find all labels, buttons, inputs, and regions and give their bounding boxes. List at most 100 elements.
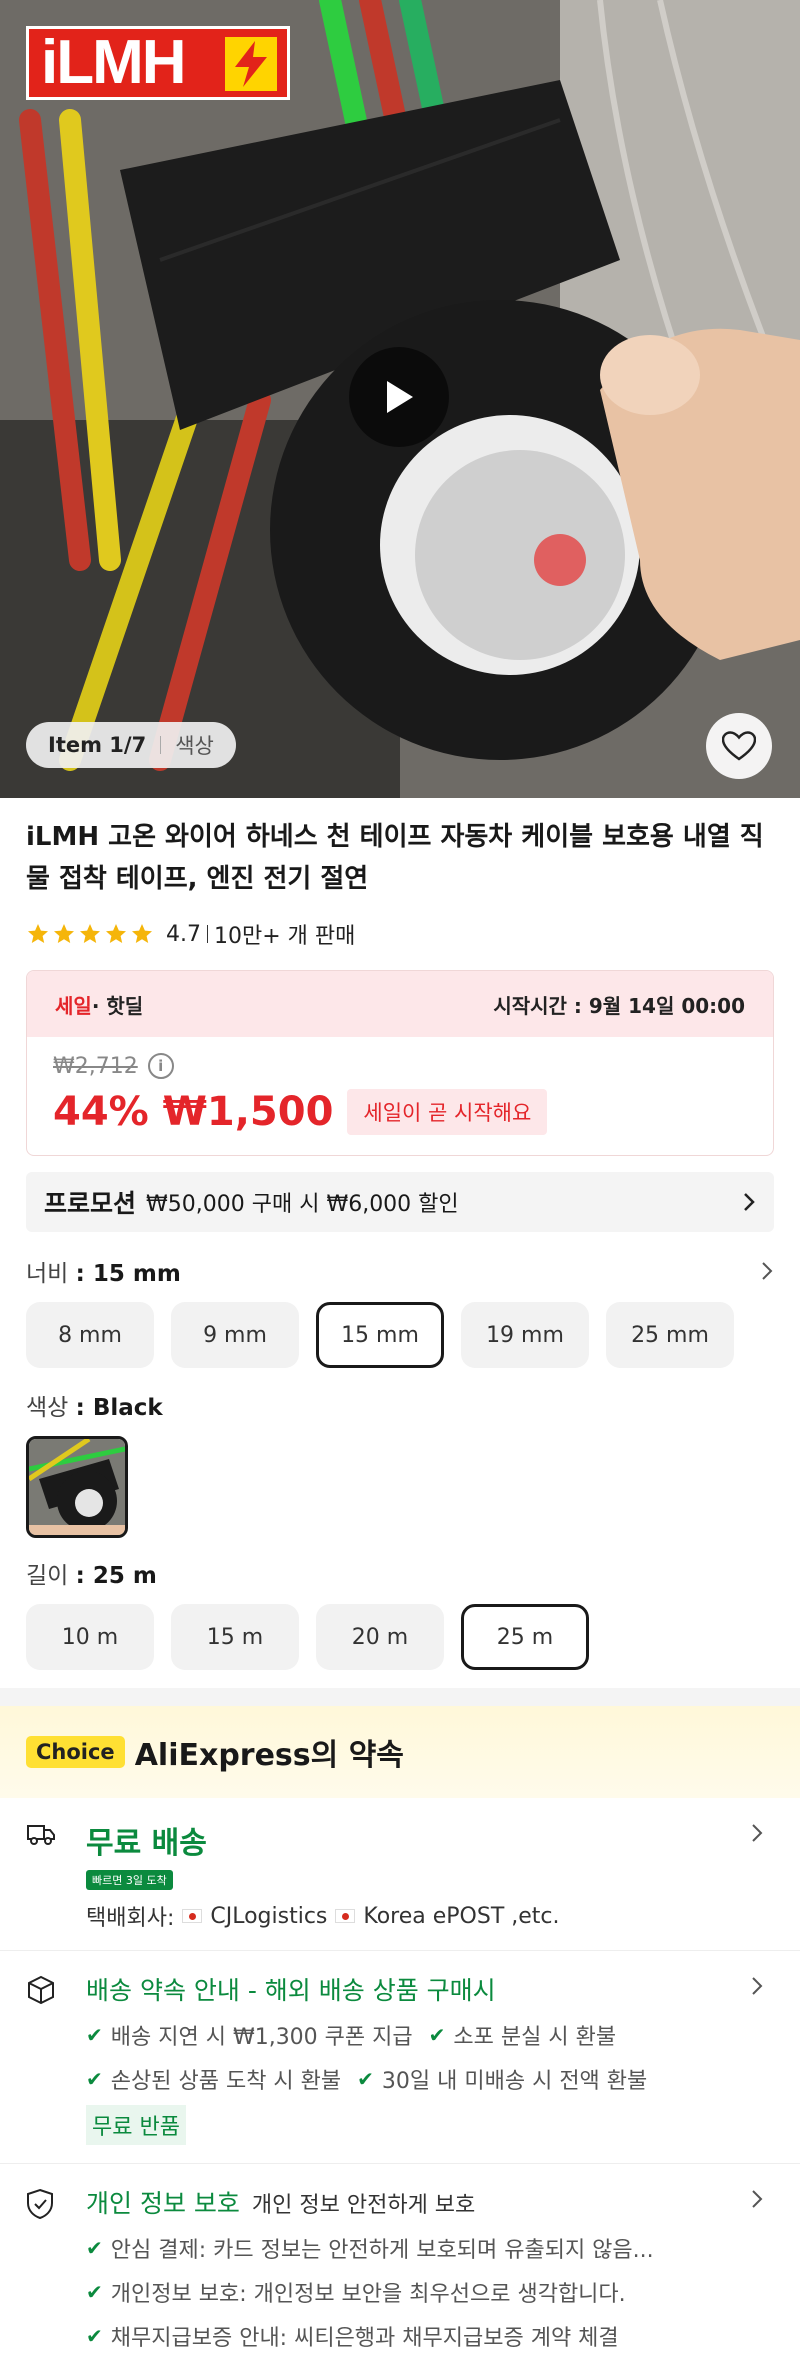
- color-swatch-thumbnail: [29, 1439, 125, 1535]
- privacy-item-text: 안심 결제: 카드 정보는 안전하게 보호되며 유출되지 않음...: [110, 2238, 654, 2263]
- delivery-benefit: 소포 분실 시 환불: [453, 2025, 617, 2050]
- length-option-label: 길이 : 25 m: [0, 1556, 800, 1590]
- length-chip-15m[interactable]: 15 m: [171, 1604, 299, 1670]
- width-label: 너비: [26, 1261, 69, 1287]
- delivery-benefit: 배송 지연 시 ₩1,300 쿠폰 지급: [110, 2025, 413, 2050]
- sale-header: 세일· 핫딜 시작시간 : 9월 14일 00:00: [27, 971, 773, 1037]
- check-icon: ✔: [86, 2280, 103, 2304]
- privacy-title: 개인 정보 보호: [86, 2189, 240, 2218]
- width-chip-8mm[interactable]: 8 mm: [26, 1302, 154, 1368]
- length-chip-25m[interactable]: 25 m: [461, 1604, 589, 1670]
- check-icon: ✔: [86, 2236, 103, 2260]
- length-label: 길이: [26, 1563, 69, 1589]
- check-icon: ✔: [86, 2324, 103, 2348]
- box-icon: [28, 1975, 54, 2005]
- lightning-icon: [225, 37, 277, 91]
- delivery-benefits: ✔ 손상된 상품 도착 시 환불 ✔ 30일 내 미배송 시 전액 환불: [86, 2063, 750, 2095]
- promotion-tag: 프로모션: [44, 1189, 137, 1218]
- length-chip-10m[interactable]: 10 m: [26, 1604, 154, 1670]
- delivery-benefit: 30일 내 미배송 시 전액 환불: [381, 2069, 648, 2094]
- delivery-benefit: 손상된 상품 도착 시 환불: [110, 2069, 342, 2094]
- sale-status-badge: 세일이 곧 시작해요: [347, 1089, 548, 1135]
- gallery-counter: Item 1/7 색상: [26, 722, 236, 768]
- sale-price: ₩1,500: [162, 1089, 334, 1135]
- play-icon: [387, 381, 413, 413]
- wishlist-button[interactable]: [706, 713, 772, 779]
- rating-value: 4.7: [166, 921, 201, 947]
- product-title: iLMH 고온 와이어 하네스 천 테이프 자동차 케이블 보호용 내열 직물 …: [26, 822, 764, 894]
- width-chip-25mm[interactable]: 25 mm: [606, 1302, 734, 1368]
- length-chip-20m[interactable]: 20 m: [316, 1604, 444, 1670]
- delivery-promise-title: 배송 약속 안내 - 해외 배송 상품 구매시: [86, 1976, 496, 2005]
- sale-tag: 세일· 핫딜: [55, 993, 144, 1018]
- choice-title: AliExpress의 약속: [134, 1738, 404, 1773]
- carrier-1: CJLogistics: [210, 1903, 328, 1929]
- sold-count: 10만+ 개 판매: [214, 924, 356, 949]
- divider: [207, 925, 208, 943]
- gallery-label: 색상: [175, 734, 214, 758]
- carrier-label: 택배회사:: [86, 1906, 175, 1931]
- chevron-right-icon: [752, 1824, 763, 1842]
- color-swatch-black[interactable]: [26, 1436, 128, 1538]
- star-icon: [106, 924, 126, 943]
- play-video-button[interactable]: [349, 347, 449, 447]
- rating-row[interactable]: 4.7 10만+ 개 판매: [0, 900, 800, 950]
- color-option-label: 색상 : Black: [0, 1388, 800, 1422]
- chevron-right-icon: [762, 1262, 773, 1280]
- chevron-right-icon: [744, 1193, 755, 1211]
- color-selected: : Black: [75, 1395, 163, 1421]
- sale-box: 세일· 핫딜 시작시간 : 9월 14일 00:00 ₩2,712 i 44% …: [26, 970, 774, 1156]
- privacy-subtitle: 개인 정보 안전하게 보호: [251, 2193, 476, 2218]
- chevron-right-icon: [752, 2190, 763, 2208]
- rating-stars: [26, 922, 154, 946]
- delivery-promise-row[interactable]: 배송 약속 안내 - 해외 배송 상품 구매시 ✔ 배송 지연 시 ₩1,300 …: [0, 1951, 800, 2164]
- gallery-index: Item 1/7: [48, 733, 147, 757]
- divider: [160, 736, 162, 754]
- discount-percent: 44%: [53, 1089, 149, 1135]
- width-option-label[interactable]: 너비 : 15 mm: [0, 1254, 800, 1288]
- length-options: 10 m 15 m 20 m 25 m: [0, 1604, 800, 1670]
- korea-flag-icon: [182, 1909, 203, 1923]
- fast-delivery-badge: 빠르면 3일 도착: [86, 1870, 173, 1890]
- product-image-gallery[interactable]: iLMH Item 1/7 색상: [0, 0, 800, 798]
- privacy-item: ✔ 채무지급보증 안내: 씨티은행과 채무지급보증 계약 체결: [86, 2320, 750, 2352]
- free-shipping-title: 무료 배송: [86, 1826, 207, 1861]
- price-row: 44% ₩1,500 세일이 곧 시작해요: [53, 1089, 747, 1135]
- original-price: ₩2,712: [53, 1053, 138, 1079]
- free-shipping-row[interactable]: 무료 배송 빠르면 3일 도착 택배회사: CJLogistics Korea …: [0, 1798, 800, 1951]
- privacy-protection-row[interactable]: 개인 정보 보호 개인 정보 안전하게 보호 ✔ 안심 결제: 카드 정보는 안전…: [0, 2164, 800, 2367]
- star-icon: [28, 924, 48, 943]
- info-icon[interactable]: i: [147, 1053, 174, 1079]
- carrier-2: Korea ePOST ,etc.: [363, 1903, 560, 1929]
- check-icon: ✔: [428, 2023, 446, 2047]
- promotion-row[interactable]: 프로모션 ₩50,000 구매 시 ₩6,000 할인: [26, 1172, 774, 1232]
- color-label: 색상: [26, 1395, 69, 1421]
- brand-logo: iLMH: [26, 26, 290, 100]
- check-icon: ✔: [357, 2067, 374, 2091]
- privacy-item: ✔ 개인정보 보호: 개인정보 보안을 최우선으로 생각합니다.: [86, 2276, 750, 2308]
- promotion-text: ₩50,000 구매 시 ₩6,000 할인: [146, 1192, 459, 1217]
- choice-badge: Choice: [26, 1736, 125, 1768]
- sale-start-time: 시작시간 : 9월 14일 00:00: [493, 993, 745, 1018]
- width-chip-15mm[interactable]: 15 mm: [316, 1302, 444, 1368]
- truck-icon: [27, 1825, 55, 1845]
- carrier-line: 택배회사: CJLogistics Korea ePOST ,etc.: [86, 1900, 750, 1932]
- star-icon: [54, 924, 74, 943]
- check-icon: ✔: [86, 2023, 103, 2047]
- star-icon: [80, 924, 100, 943]
- korea-flag-icon: [335, 1909, 356, 1923]
- width-selected: : 15 mm: [75, 1261, 181, 1287]
- privacy-item-text: 개인정보 보호: 개인정보 보안을 최우선으로 생각합니다.: [110, 2282, 626, 2307]
- width-chip-9mm[interactable]: 9 mm: [171, 1302, 299, 1368]
- privacy-item: ✔ 안심 결제: 카드 정보는 안전하게 보호되며 유출되지 않음...: [86, 2232, 750, 2264]
- choice-header: Choice AliExpress의 약속: [0, 1706, 800, 1798]
- free-return-badge: 무료 반품: [86, 2105, 186, 2145]
- star-icon: [132, 924, 152, 943]
- heart-icon: [722, 731, 756, 761]
- width-chip-19mm[interactable]: 19 mm: [461, 1302, 589, 1368]
- check-icon: ✔: [86, 2067, 103, 2091]
- length-selected: : 25 m: [75, 1563, 157, 1589]
- delivery-benefits: ✔ 배송 지연 시 ₩1,300 쿠폰 지급 ✔ 소포 분실 시 환불: [86, 2019, 750, 2051]
- width-options: 8 mm 9 mm 15 mm 19 mm 25 mm: [0, 1302, 800, 1368]
- section-divider: [0, 1688, 800, 1706]
